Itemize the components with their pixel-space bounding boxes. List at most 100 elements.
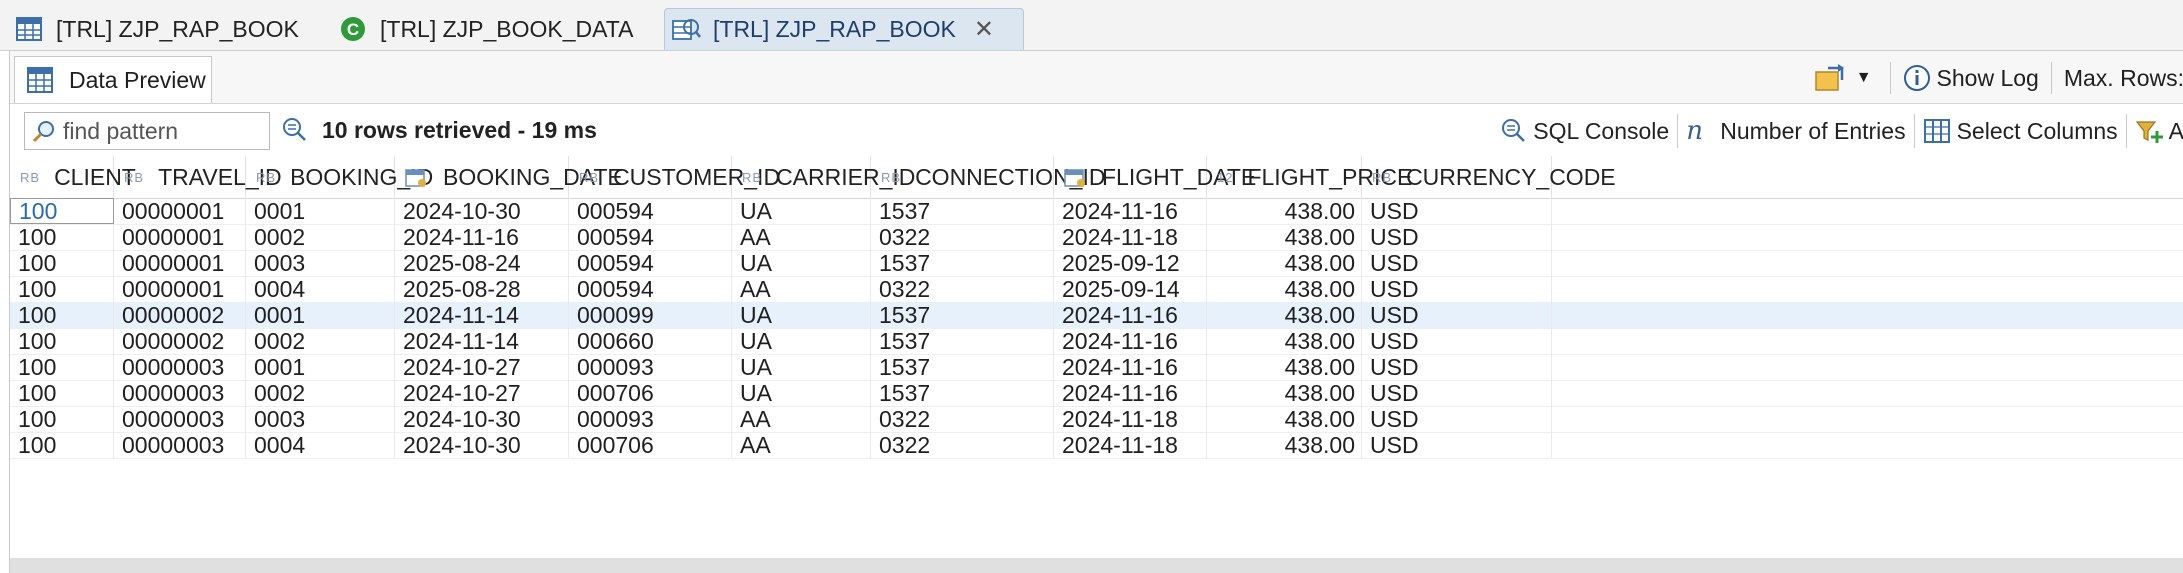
- cell-connection-id[interactable]: 1537: [871, 354, 1054, 380]
- column-header-booking-id[interactable]: RB BOOKING_ID: [246, 156, 433, 198]
- cell-flight-date[interactable]: 2024-11-16: [1054, 328, 1207, 354]
- cell-flight-date[interactable]: 2025-09-12: [1054, 250, 1207, 276]
- cell-booking-date[interactable]: 2024-11-16: [395, 224, 569, 250]
- cell-client[interactable]: 100: [10, 224, 114, 250]
- column-header-connection-id[interactable]: RB CONNECTION_ID: [871, 156, 1105, 198]
- cell-booking-id[interactable]: 0004: [246, 276, 395, 302]
- cell-currency-code[interactable]: USD: [1362, 354, 1552, 380]
- add-filter-button[interactable]: A: [2127, 112, 2183, 150]
- cell-booking-id[interactable]: 0001: [246, 354, 395, 380]
- cell-connection-id[interactable]: 1537: [871, 302, 1054, 328]
- sql-console-button[interactable]: SQL Console: [1491, 112, 1677, 150]
- cell-carrier-id[interactable]: UA: [732, 198, 871, 224]
- cell-currency-code[interactable]: USD: [1362, 224, 1552, 250]
- cell-booking-id[interactable]: 0002: [246, 380, 395, 406]
- cell-currency-code[interactable]: USD: [1362, 276, 1552, 302]
- cell-flight-price[interactable]: 438.00: [1207, 276, 1362, 302]
- cell-customer-id[interactable]: 000093: [569, 354, 732, 380]
- cell-client[interactable]: 100: [10, 276, 114, 302]
- chevron-down-icon[interactable]: ▼: [1856, 69, 1872, 87]
- column-header-carrier-id[interactable]: RB CARRIER_ID: [732, 156, 915, 198]
- table-row[interactable]: 100 00000003 0002 2024-10-27 000706 UA 1537 202…: [10, 380, 2183, 407]
- cell-flight-price[interactable]: 438.00: [1207, 354, 1362, 380]
- table-row[interactable]: 100 00000002 0001 2024-11-14 000099 UA 1537 202…: [10, 302, 2183, 329]
- cell-travel-id[interactable]: 00000001: [114, 224, 246, 250]
- find-pattern-field[interactable]: find pattern: [24, 112, 270, 150]
- column-header-travel-id[interactable]: RB TRAVEL_ID: [114, 156, 282, 198]
- cell-customer-id[interactable]: 000706: [569, 432, 732, 458]
- cell-travel-id[interactable]: 00000003: [114, 380, 246, 406]
- tab-data-preview[interactable]: Data Preview: [14, 56, 212, 103]
- tab-zjp-book-data-class[interactable]: C [TRL] ZJP_BOOK_DATA: [338, 8, 633, 50]
- cell-connection-id[interactable]: 1537: [871, 250, 1054, 276]
- cell-carrier-id[interactable]: UA: [732, 354, 871, 380]
- table-row[interactable]: 100 00000001 0004 2025-08-28 000594 AA 0322 202…: [10, 276, 2183, 303]
- cell-travel-id[interactable]: 00000001: [114, 276, 246, 302]
- cell-flight-date[interactable]: 2024-11-18: [1054, 406, 1207, 432]
- cell-customer-id[interactable]: 000594: [569, 276, 732, 302]
- cell-client[interactable]: 100: [10, 406, 114, 432]
- cell-client[interactable]: 100: [10, 380, 114, 406]
- cell-travel-id[interactable]: 00000002: [114, 302, 246, 328]
- cell-client[interactable]: 100: [10, 302, 114, 328]
- cell-carrier-id[interactable]: AA: [732, 406, 871, 432]
- cell-carrier-id[interactable]: AA: [732, 224, 871, 250]
- cell-booking-id[interactable]: 0001: [246, 198, 395, 224]
- cell-flight-price[interactable]: 438.00: [1207, 432, 1362, 458]
- cell-connection-id[interactable]: 0322: [871, 406, 1054, 432]
- cell-currency-code[interactable]: USD: [1362, 198, 1552, 224]
- cell-currency-code[interactable]: USD: [1362, 432, 1552, 458]
- cell-connection-id[interactable]: 0322: [871, 224, 1054, 250]
- cell-booking-date[interactable]: 2024-11-14: [395, 302, 569, 328]
- cell-booking-id[interactable]: 0002: [246, 224, 395, 250]
- cell-client[interactable]: 100: [10, 354, 114, 380]
- cell-booking-date[interactable]: 2025-08-24: [395, 250, 569, 276]
- cell-client[interactable]: 100: [10, 250, 114, 276]
- number-of-entries-button[interactable]: n Number of Entries: [1678, 112, 1913, 150]
- cell-client[interactable]: 100: [10, 432, 114, 458]
- cell-connection-id[interactable]: 1537: [871, 380, 1054, 406]
- cell-travel-id[interactable]: 00000001: [114, 250, 246, 276]
- cell-customer-id[interactable]: 000594: [569, 250, 732, 276]
- cell-flight-date[interactable]: 2025-09-14: [1054, 276, 1207, 302]
- cell-flight-price[interactable]: 438.00: [1207, 328, 1362, 354]
- cell-flight-price[interactable]: 438.00: [1207, 380, 1362, 406]
- cell-currency-code[interactable]: USD: [1362, 328, 1552, 354]
- cell-connection-id[interactable]: 1537: [871, 198, 1054, 224]
- show-log-button[interactable]: Show Log: [1937, 65, 2039, 92]
- cell-flight-price[interactable]: 438.00: [1207, 406, 1362, 432]
- close-icon[interactable]: ✕: [974, 15, 994, 44]
- cell-customer-id[interactable]: 000594: [569, 198, 732, 224]
- cell-carrier-id[interactable]: AA: [732, 276, 871, 302]
- cell-client[interactable]: 100: [10, 328, 114, 354]
- cell-connection-id[interactable]: 0322: [871, 276, 1054, 302]
- cell-travel-id[interactable]: 00000003: [114, 406, 246, 432]
- cell-booking-id[interactable]: 0004: [246, 432, 395, 458]
- cell-flight-date[interactable]: 2024-11-16: [1054, 302, 1207, 328]
- cell-booking-date[interactable]: 2024-10-30: [395, 432, 569, 458]
- horizontal-scrollbar[interactable]: [10, 558, 2183, 573]
- table-row[interactable]: 100 00000003 0001 2024-10-27 000093 UA 1537 202…: [10, 354, 2183, 381]
- cell-carrier-id[interactable]: UA: [732, 328, 871, 354]
- cell-booking-id[interactable]: 0003: [246, 406, 395, 432]
- table-row[interactable]: 100 00000003 0003 2024-10-30 000093 AA 0322 202…: [10, 406, 2183, 433]
- cell-client[interactable]: 100: [10, 198, 114, 224]
- cell-flight-price[interactable]: 438.00: [1207, 302, 1362, 328]
- table-row[interactable]: 100 00000001 0002 2024-11-16 000594 AA 0322 202…: [10, 224, 2183, 251]
- cell-booking-date[interactable]: 2024-11-14: [395, 328, 569, 354]
- table-row[interactable]: 100 00000002 0002 2024-11-14 000660 UA 1537 202…: [10, 328, 2183, 355]
- column-header-customer-id[interactable]: RB CUSTOMER_ID: [569, 156, 780, 198]
- cell-customer-id[interactable]: 000706: [569, 380, 732, 406]
- column-header-booking-date[interactable]: BOOKING_DATE: [395, 156, 623, 198]
- cell-flight-price[interactable]: 438.00: [1207, 224, 1362, 250]
- cell-customer-id[interactable]: 000099: [569, 302, 732, 328]
- cell-flight-date[interactable]: 2024-11-16: [1054, 380, 1207, 406]
- cell-currency-code[interactable]: USD: [1362, 380, 1552, 406]
- cell-travel-id[interactable]: 00000003: [114, 354, 246, 380]
- cell-flight-price[interactable]: 438.00: [1207, 250, 1362, 276]
- cell-customer-id[interactable]: 000093: [569, 406, 732, 432]
- cell-connection-id[interactable]: 0322: [871, 432, 1054, 458]
- cell-flight-date[interactable]: 2024-11-18: [1054, 432, 1207, 458]
- cell-booking-date[interactable]: 2025-08-28: [395, 276, 569, 302]
- column-header-flight-date[interactable]: FLIGHT_DATE: [1054, 156, 1256, 198]
